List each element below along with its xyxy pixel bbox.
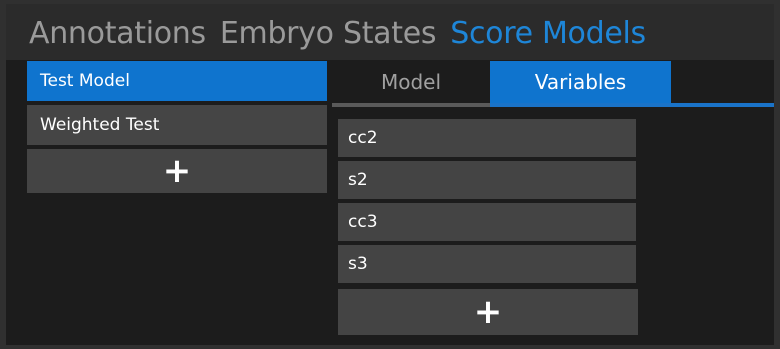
add-model-button[interactable]: + bbox=[27, 149, 327, 193]
tab-annotations[interactable]: Annotations bbox=[29, 17, 206, 51]
tab-divider bbox=[332, 103, 490, 107]
detail-tabs: Model Variables bbox=[332, 61, 774, 107]
tab-embryo-states[interactable]: Embryo States bbox=[220, 17, 437, 51]
plus-icon: + bbox=[473, 292, 503, 332]
variable-item-cc2[interactable]: cc2 bbox=[338, 119, 636, 157]
app-window: Annotations Embryo States Score Models T… bbox=[0, 0, 780, 349]
variable-item-cc3[interactable]: cc3 bbox=[338, 203, 636, 241]
variable-item-s3[interactable]: s3 bbox=[338, 245, 636, 283]
model-item-weighted-test[interactable]: Weighted Test bbox=[27, 105, 327, 145]
plus-icon: + bbox=[162, 151, 192, 191]
tab-variables[interactable]: Variables bbox=[490, 61, 671, 103]
add-variable-button[interactable]: + bbox=[338, 289, 638, 335]
variable-item-s2[interactable]: s2 bbox=[338, 161, 636, 199]
variable-list: cc2 s2 cc3 s3 + bbox=[338, 119, 638, 335]
top-navigation-bar: Annotations Embryo States Score Models bbox=[6, 4, 774, 60]
model-list: Test Model Weighted Test + bbox=[27, 61, 327, 193]
tab-score-models[interactable]: Score Models bbox=[450, 17, 646, 51]
top-tabs: Annotations Embryo States Score Models bbox=[29, 17, 646, 51]
model-item-test-model[interactable]: Test Model bbox=[27, 61, 327, 101]
tab-model[interactable]: Model bbox=[332, 61, 490, 103]
